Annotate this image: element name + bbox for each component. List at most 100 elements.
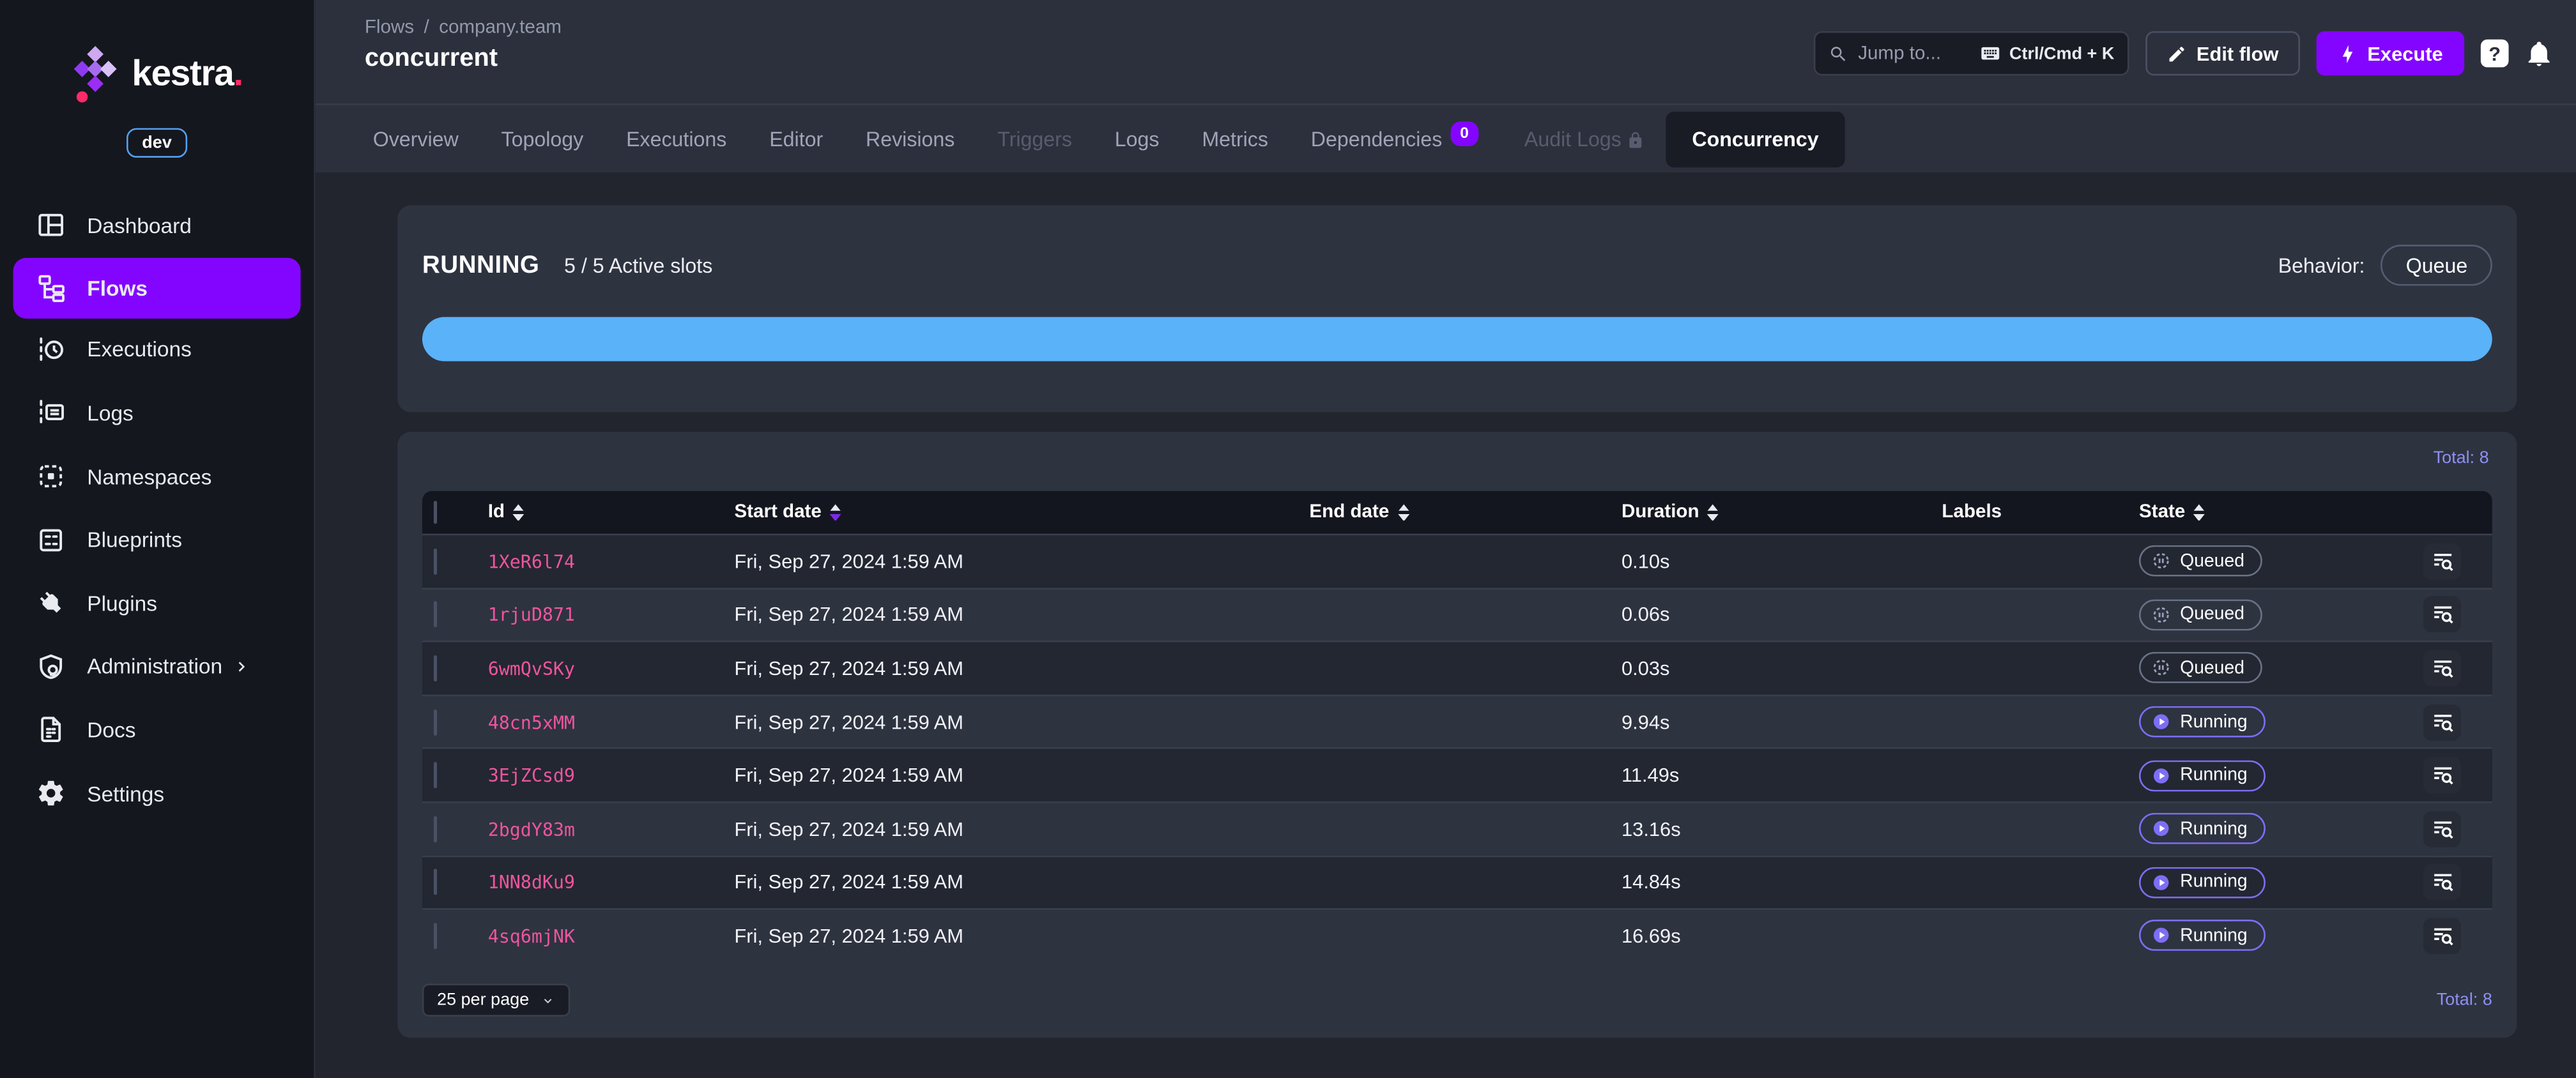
- sort-icon: [2193, 503, 2205, 521]
- sort-icon: [1707, 503, 1719, 521]
- execution-id-link[interactable]: 48cn5xMM: [488, 712, 575, 733]
- concurrency-state-title: RUNNING: [422, 251, 540, 280]
- tab-metrics[interactable]: Metrics: [1181, 114, 1289, 163]
- play-circle-icon: [2153, 714, 2169, 730]
- behavior-value-pill: Queue: [2381, 245, 2492, 286]
- sidebar-item-logs[interactable]: Logs: [0, 381, 314, 444]
- top-actions: Jump to... Ctrl/Cmd + K Edit flow Execut…: [1813, 31, 2553, 76]
- breadcrumb-namespace[interactable]: company.team: [439, 18, 562, 38]
- table-row: 4sq6mjNK Fri, Sep 27, 2024 1:59 AM 16.69…: [422, 908, 2492, 962]
- row-checkbox[interactable]: [433, 548, 437, 575]
- column-header-start-date[interactable]: Start date: [718, 503, 1293, 522]
- text-search-icon: [2433, 607, 2453, 625]
- execution-details-button[interactable]: [2423, 543, 2461, 580]
- column-header-id[interactable]: Id: [471, 503, 718, 522]
- sidebar-item-executions[interactable]: Executions: [0, 318, 314, 381]
- sidebar-item-label: Administration: [87, 654, 223, 679]
- tab-overview[interactable]: Overview: [351, 114, 480, 163]
- execution-details-button[interactable]: [2423, 704, 2461, 740]
- state-badge-running: Running: [2139, 867, 2266, 899]
- column-header-end-date[interactable]: End date: [1293, 503, 1606, 522]
- execute-button[interactable]: Execute: [2316, 31, 2465, 76]
- tab-concurrency[interactable]: Concurrency: [1666, 110, 1845, 167]
- execution-id-link[interactable]: 2bgdY83m: [488, 819, 575, 840]
- execution-details-button[interactable]: [2423, 757, 2461, 794]
- execution-id-link[interactable]: 1rjuD871: [488, 605, 575, 626]
- execution-details-button[interactable]: [2423, 918, 2461, 954]
- logs-icon: [36, 399, 66, 428]
- sidebar-item-plugins[interactable]: Plugins: [0, 572, 314, 635]
- search-shortcut: Ctrl/Cmd + K: [1980, 43, 2114, 64]
- environment-badge: dev: [127, 128, 187, 158]
- execution-id-link[interactable]: 3EjZCsd9: [488, 766, 575, 787]
- text-search-icon: [2433, 660, 2453, 678]
- breadcrumb-flows[interactable]: Flows: [365, 18, 414, 38]
- executions-icon: [36, 335, 66, 364]
- sidebar-item-settings[interactable]: Settings: [0, 762, 314, 825]
- row-checkbox[interactable]: [433, 708, 437, 735]
- execution-id-link[interactable]: 6wmQvSKy: [488, 658, 575, 679]
- logo-dot: .: [233, 52, 243, 94]
- row-checkbox[interactable]: [433, 602, 437, 628]
- sidebar-item-docs[interactable]: Docs: [0, 698, 314, 761]
- row-checkbox[interactable]: [433, 869, 437, 896]
- execution-details-button[interactable]: [2423, 650, 2461, 687]
- column-header-duration[interactable]: Duration: [1605, 503, 1925, 522]
- lightning-icon: [2342, 44, 2353, 63]
- sidebar-item-label: Flows: [87, 275, 148, 300]
- column-header-labels: Labels: [1942, 502, 2002, 522]
- dashboard-icon: [36, 211, 66, 240]
- play-circle-icon: [2153, 821, 2169, 837]
- execution-details-button[interactable]: [2423, 596, 2461, 634]
- chevron-down-icon: [544, 998, 552, 1003]
- sidebar-item-blueprints[interactable]: Blueprints: [0, 508, 314, 572]
- sidebar-item-dashboard[interactable]: Dashboard: [0, 194, 314, 257]
- sidebar-item-label: Blueprints: [87, 527, 182, 552]
- duration-cell: 13.16s: [1621, 817, 1681, 840]
- row-checkbox[interactable]: [433, 655, 437, 682]
- select-all-checkbox[interactable]: [433, 501, 437, 524]
- jump-to-search[interactable]: Jump to... Ctrl/Cmd + K: [1813, 31, 2129, 76]
- tab-revisions[interactable]: Revisions: [845, 114, 976, 163]
- start-date-cell: Fri, Sep 27, 2024 1:59 AM: [734, 657, 963, 680]
- kestra-logo[interactable]: kestra.: [0, 43, 314, 115]
- help-button[interactable]: ?: [2480, 39, 2509, 68]
- namespaces-icon: [36, 462, 66, 491]
- state-badge-running: Running: [2139, 759, 2266, 791]
- pause-circle-icon: [2153, 607, 2169, 623]
- duration-cell: 11.49s: [1621, 764, 1680, 787]
- concurrency-page: RUNNING 5 / 5 Active slots Behavior: Que…: [315, 172, 2576, 1078]
- execution-id-link[interactable]: 1NN8dKu9: [488, 872, 575, 893]
- sidebar-item-flows[interactable]: Flows: [13, 257, 301, 318]
- execution-details-button[interactable]: [2423, 810, 2461, 847]
- row-checkbox[interactable]: [433, 762, 437, 789]
- state-badge-running: Running: [2139, 706, 2266, 738]
- sidebar-item-label: Plugins: [87, 591, 157, 616]
- sidebar-item-namespaces[interactable]: Namespaces: [0, 444, 314, 508]
- bell-icon[interactable]: [2525, 40, 2553, 68]
- sort-icon: [512, 503, 525, 521]
- sidebar-item-label: Namespaces: [87, 464, 212, 489]
- tab-triggers: Triggers: [997, 127, 1072, 151]
- flows-icon: [36, 273, 66, 303]
- row-checkbox[interactable]: [433, 923, 437, 950]
- edit-flow-button[interactable]: Edit flow: [2145, 31, 2300, 76]
- tab-topology[interactable]: Topology: [480, 114, 605, 163]
- tab-audit-logs: Audit Logs: [1503, 114, 1666, 163]
- execution-id-link[interactable]: 4sq6mjNK: [488, 926, 575, 947]
- execution-details-button[interactable]: [2423, 864, 2461, 901]
- sidebar-item-administration[interactable]: Administration: [0, 635, 314, 698]
- tab-editor[interactable]: Editor: [748, 114, 845, 163]
- column-header-state[interactable]: State: [2122, 503, 2423, 522]
- blueprints-icon: [36, 525, 66, 554]
- tab-dependencies[interactable]: Dependencies 0: [1289, 114, 1503, 163]
- execution-id-link[interactable]: 1XeR6l74: [488, 551, 575, 572]
- tab-executions[interactable]: Executions: [605, 114, 748, 163]
- administration-icon: [36, 651, 66, 681]
- per-page-select[interactable]: 25 per page: [422, 983, 571, 1017]
- tab-logs[interactable]: Logs: [1093, 114, 1181, 163]
- total-count-bottom: Total: 8: [2436, 990, 2492, 1010]
- executions-table: Id Start date End date Duration Labels S…: [422, 490, 2492, 962]
- row-checkbox[interactable]: [433, 816, 437, 842]
- duration-cell: 16.69s: [1621, 924, 1681, 948]
